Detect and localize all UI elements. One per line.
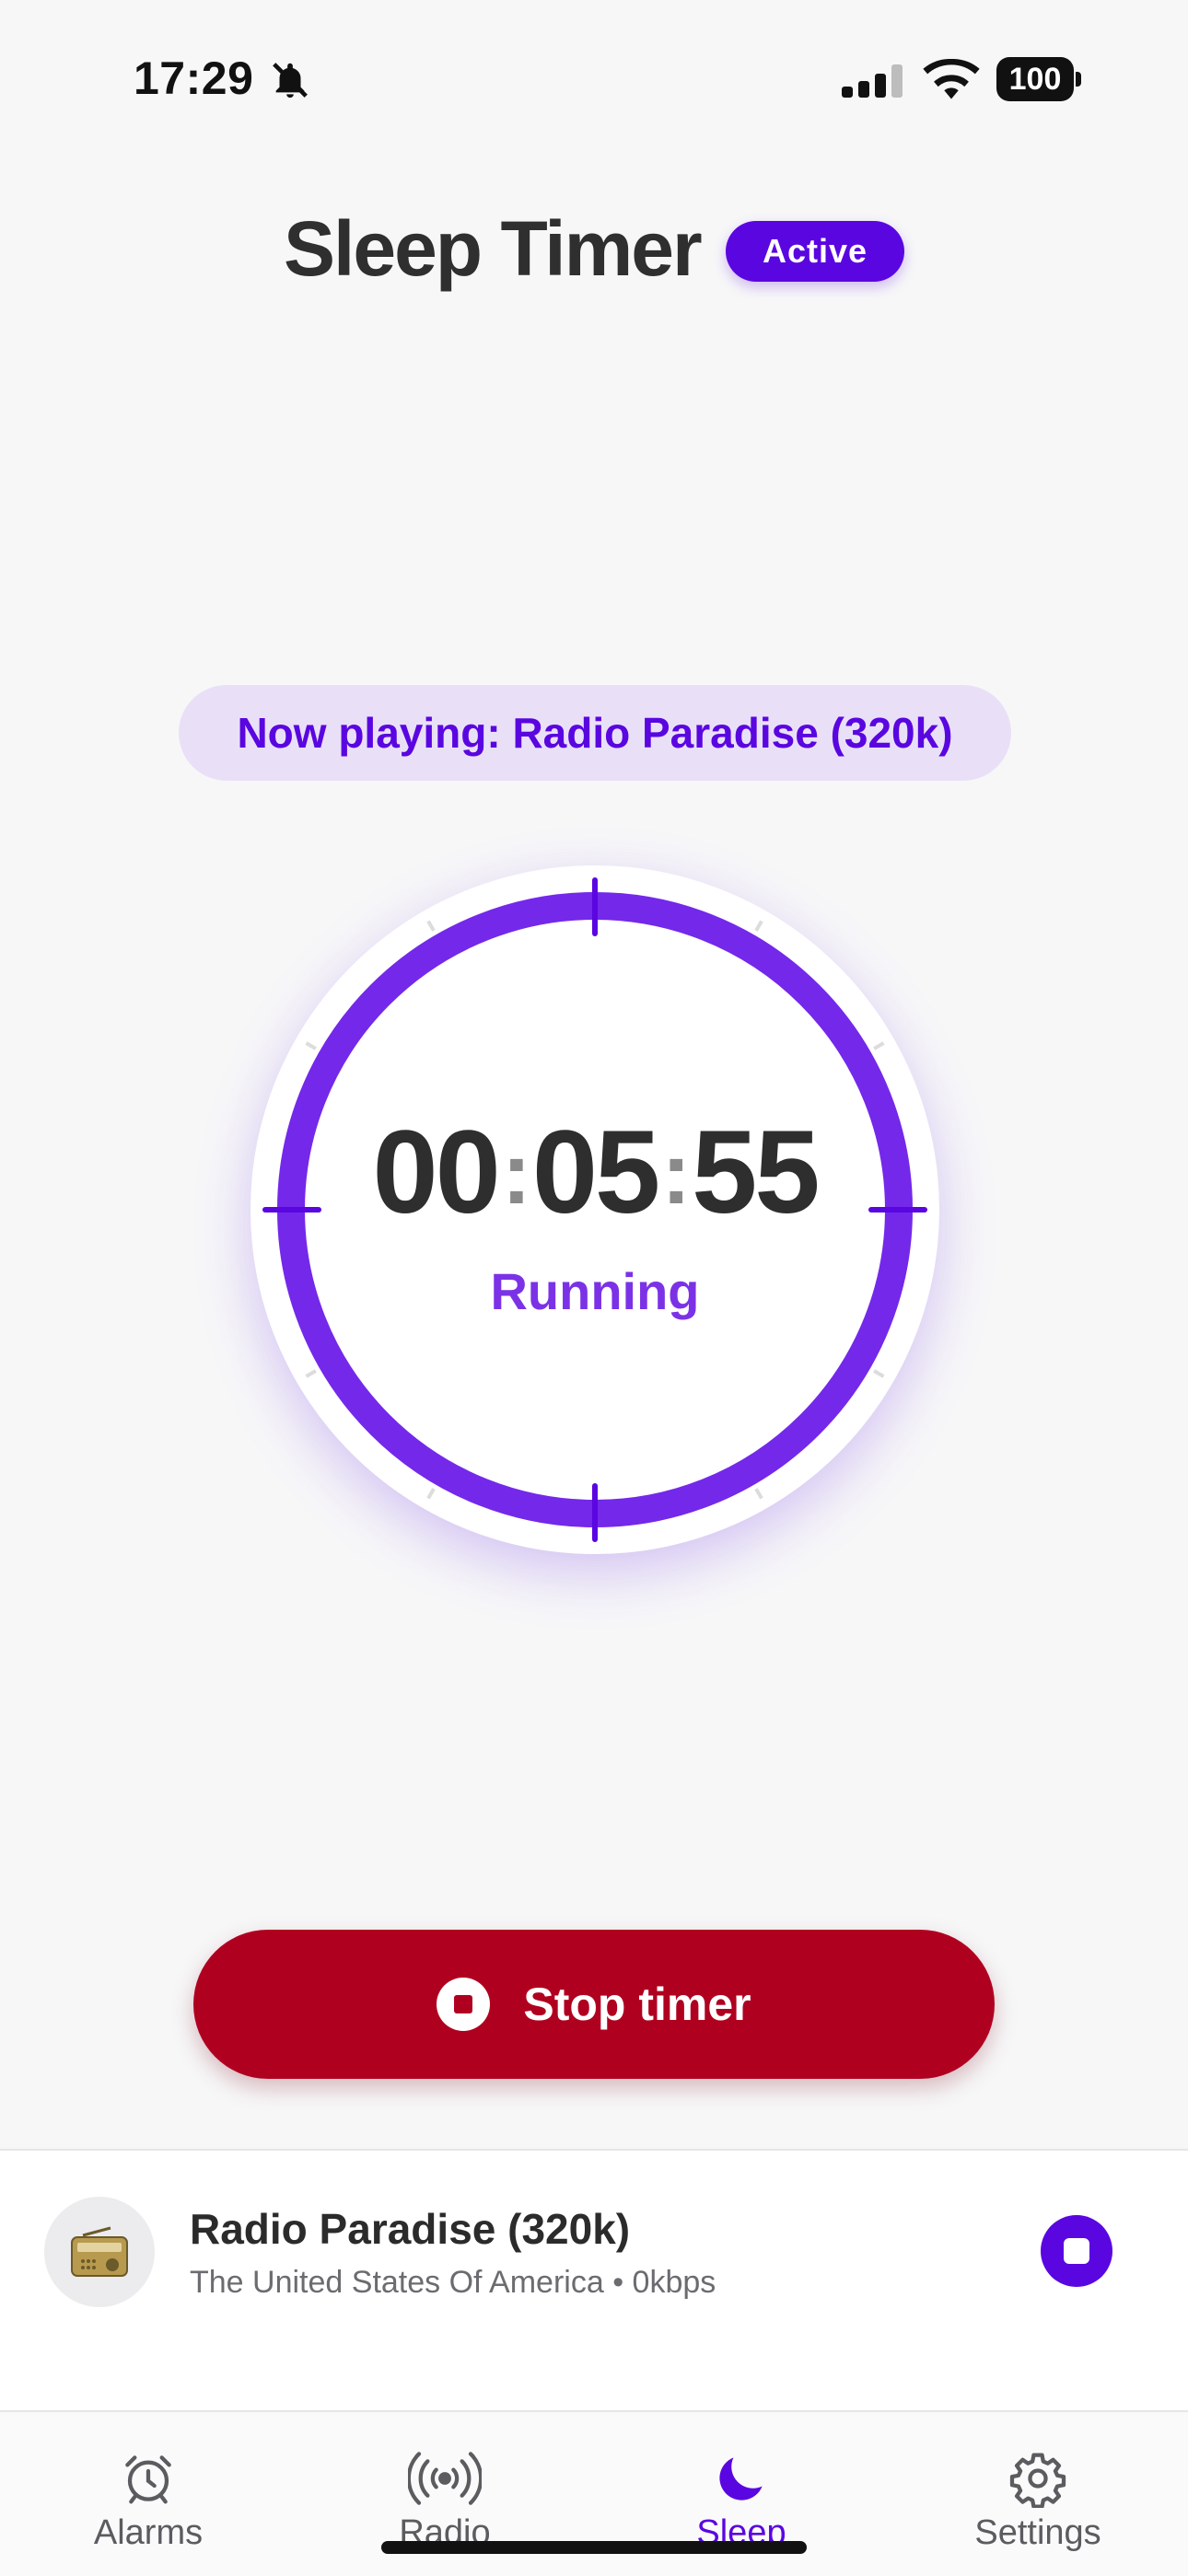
page-title: Sleep Timer bbox=[284, 205, 703, 292]
countdown-display: 00:05:55 bbox=[250, 1105, 939, 1240]
stop-icon bbox=[1064, 2238, 1089, 2264]
mini-player[interactable]: Radio Paradise (320k) The United States … bbox=[0, 2149, 1188, 2412]
gear-icon bbox=[1009, 2453, 1066, 2508]
countdown-separator: : bbox=[661, 1124, 691, 1223]
station-meta: The United States Of America • 0kbps bbox=[190, 2265, 716, 2300]
stop-timer-button[interactable]: Stop timer bbox=[193, 1930, 995, 2079]
minor-tick bbox=[426, 920, 436, 932]
minor-tick bbox=[873, 1041, 885, 1050]
signal-icon bbox=[842, 64, 903, 98]
stop-timer-label: Stop timer bbox=[523, 1978, 751, 2030]
station-name: Radio Paradise (320k) bbox=[190, 2205, 631, 2253]
minor-tick bbox=[305, 1369, 317, 1378]
minor-tick bbox=[873, 1369, 885, 1378]
home-indicator bbox=[381, 2541, 807, 2554]
alarm-clock-icon bbox=[125, 2455, 171, 2504]
timer-dial: 00:05:55 Running bbox=[250, 865, 939, 1554]
minor-tick bbox=[305, 1041, 317, 1050]
tab-label: Alarms bbox=[93, 2513, 204, 2552]
tab-alarms[interactable]: Alarms bbox=[0, 2412, 297, 2576]
minor-tick bbox=[426, 1488, 436, 1500]
tab-settings[interactable]: Settings bbox=[890, 2412, 1186, 2576]
minor-tick bbox=[754, 1488, 763, 1500]
minor-tick bbox=[754, 920, 763, 932]
status-time: 17:29 bbox=[134, 52, 254, 104]
mini-player-stop-button[interactable] bbox=[1041, 2215, 1112, 2287]
status-badge: Active bbox=[726, 221, 904, 282]
battery-indicator: 100 bbox=[996, 57, 1081, 101]
timer-status: Running bbox=[490, 1262, 700, 1320]
countdown-minutes: 05 bbox=[531, 1107, 660, 1238]
countdown-hours: 00 bbox=[372, 1107, 500, 1238]
tab-label: Settings bbox=[974, 2513, 1101, 2552]
now-playing-pill: Now playing: Radio Paradise (320k) bbox=[179, 685, 1011, 781]
moon-icon bbox=[719, 2457, 763, 2501]
countdown-separator: : bbox=[501, 1124, 531, 1223]
stop-icon bbox=[437, 1978, 491, 2031]
wifi-icon bbox=[923, 59, 980, 99]
bell-off-icon bbox=[273, 63, 308, 99]
countdown-seconds: 55 bbox=[692, 1107, 820, 1238]
radio-waves-icon bbox=[408, 2452, 482, 2505]
radio-icon bbox=[44, 2197, 155, 2307]
battery-level: 100 bbox=[996, 57, 1074, 101]
